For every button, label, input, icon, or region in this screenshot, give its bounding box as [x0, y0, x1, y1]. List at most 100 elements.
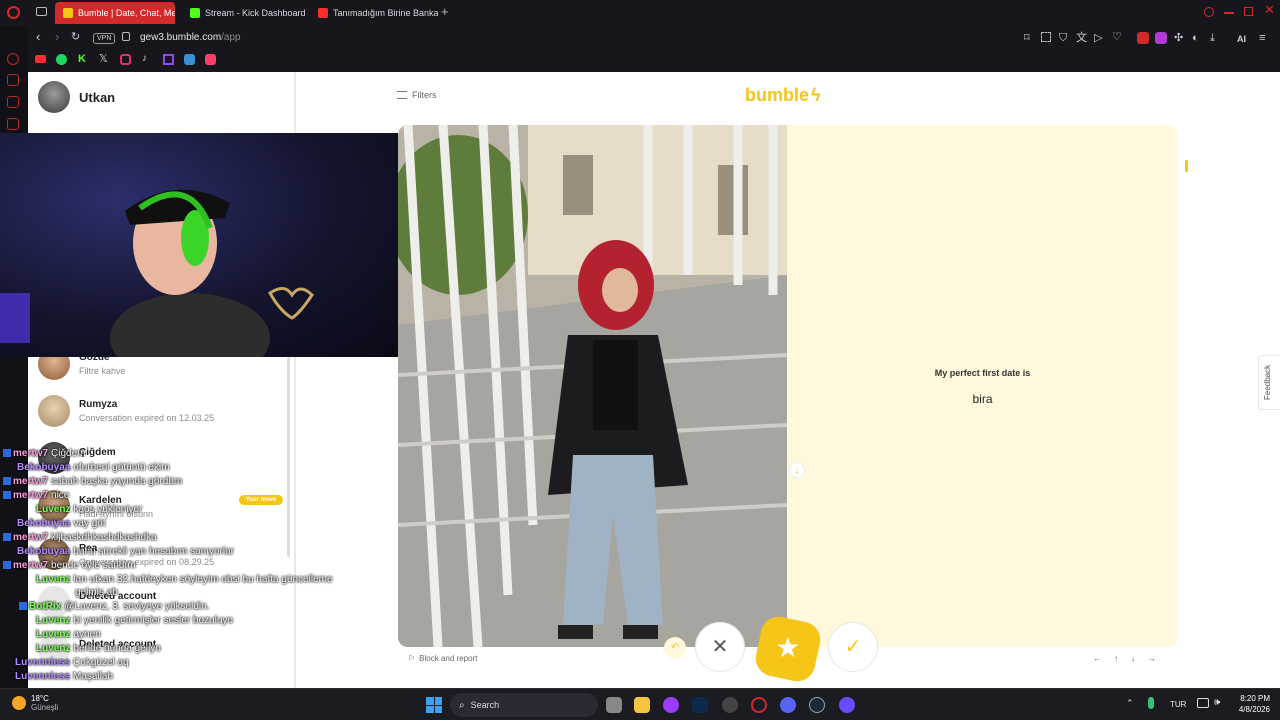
chat-message: mertw7 sabah başka yayında gördüm [3, 476, 182, 488]
chat-text: bende öyle sandım [51, 560, 136, 571]
chat-username: mertw7 [13, 476, 49, 487]
workspaces-icon[interactable] [36, 7, 47, 16]
photo-illustration [398, 125, 787, 647]
spotify-icon[interactable] [56, 54, 67, 65]
app-icon[interactable] [184, 54, 195, 65]
undo-button[interactable]: ↶ [664, 637, 686, 659]
badge-icon [3, 561, 11, 570]
url-host: gew3.bumble.com [140, 32, 222, 43]
filters-button[interactable]: Filters [397, 90, 437, 100]
x-icon[interactable]: 𝕏 [99, 53, 108, 65]
conversation-preview: Conversation expired on 12.03.25 [79, 413, 215, 423]
chat-app-icon[interactable] [839, 697, 855, 713]
steam-icon[interactable] [809, 697, 825, 713]
tab-kick-dashboard[interactable]: Stream - Kick Dashboard [182, 2, 310, 24]
feedback-tab[interactable]: Feedback [1258, 355, 1280, 410]
tray-chevron-icon[interactable]: ⌃ [1126, 698, 1134, 709]
chat-username: Bekobuyaa [17, 546, 71, 557]
network-icon[interactable] [1197, 698, 1209, 708]
microphone-icon[interactable] [1148, 697, 1154, 709]
bookmark-icon[interactable]: ⌑ [1024, 32, 1030, 44]
play-icon[interactable]: ▷ [1094, 32, 1102, 44]
app-purple-icon[interactable] [663, 697, 679, 713]
conversation-preview: Filtre kahve [79, 366, 126, 376]
player-icon[interactable] [7, 74, 19, 86]
language-indicator[interactable]: TUR [1170, 700, 1186, 709]
close-window-icon[interactable]: ✕ [1264, 3, 1275, 16]
search-box[interactable]: ⌕ Search [450, 693, 598, 717]
task-view-icon[interactable] [606, 697, 622, 713]
translate-icon[interactable]: 文 [1076, 32, 1087, 44]
scroll-indicator[interactable] [1185, 160, 1188, 172]
check-icon: ✓ [844, 636, 862, 658]
minimize-icon[interactable] [1224, 12, 1234, 14]
start-button[interactable] [426, 697, 442, 713]
maximize-icon[interactable] [1244, 7, 1253, 16]
stream-chat-overlay: mertw7 Çiğdem Bekobuyaa ofurbeni götüntü e… [3, 448, 383, 684]
kick-icon[interactable]: K [78, 53, 86, 65]
avatar[interactable] [38, 395, 70, 427]
list-item[interactable]: Rumyza Conversation expired on 12.03.25 [79, 399, 279, 423]
vpn-badge[interactable]: VPN [93, 33, 116, 44]
bumble-tab-icon [63, 8, 73, 18]
search-tabs-icon[interactable] [1204, 7, 1214, 17]
back-icon[interactable]: ‹ [36, 30, 40, 43]
filters-label: Filters [412, 90, 437, 100]
adblock-icon[interactable] [1137, 32, 1149, 44]
url-path: /app [221, 32, 241, 43]
weather-widget[interactable]: 18°C Güneşli [12, 694, 58, 712]
pass-button[interactable]: ✕ [695, 622, 745, 672]
aria-ai-button[interactable]: AI [1237, 33, 1246, 45]
tiktok-icon[interactable]: ♪ [142, 53, 147, 65]
user-avatar[interactable] [38, 81, 70, 113]
block-report-button[interactable]: ⚐ Block and report [408, 654, 477, 663]
new-tab-button[interactable]: + [441, 5, 449, 18]
chat-text: bende bunda geliyo [73, 643, 161, 654]
forward-icon[interactable]: › [55, 30, 59, 43]
aria-icon[interactable] [7, 53, 19, 65]
profile-photo[interactable] [398, 125, 787, 647]
heart-icon[interactable]: ♡ [1112, 31, 1122, 43]
messenger-icon[interactable] [7, 96, 19, 108]
shield-icon[interactable]: ⛉ [1059, 32, 1067, 44]
volume-icon[interactable]: 🕪 [1214, 697, 1220, 708]
chat-message: Luvenniess Maşallah [15, 671, 113, 683]
instagram-icon[interactable] [120, 54, 131, 65]
photoshop-icon[interactable] [692, 697, 708, 713]
reload-icon[interactable]: ↻ [71, 31, 80, 43]
bookmarks-bar: K 𝕏 ♪ [0, 50, 1280, 72]
stream-icon[interactable] [205, 54, 216, 65]
webcam-overlay [0, 133, 398, 357]
chat-username: Luvenz [36, 643, 71, 654]
profile-card[interactable]: My perfect first date is bira [398, 125, 1178, 647]
chat-message: Luvenniess Çokgüzel aq [15, 657, 129, 669]
file-explorer-icon[interactable] [634, 697, 650, 713]
tab-bar: Bumble | Date, Chat, Meet Stream - Kick … [0, 0, 1280, 26]
chat-text: sabah başka yayında gördüm [51, 476, 183, 487]
account-icon[interactable]: ◐ [1192, 32, 1199, 44]
obs-icon[interactable] [722, 697, 738, 713]
search-label: Search [470, 700, 500, 710]
extension-icon[interactable] [1155, 32, 1167, 44]
snapshot-icon[interactable] [1041, 32, 1051, 42]
twitch-icon[interactable] [163, 54, 174, 65]
tab-bumble[interactable]: Bumble | Date, Chat, Meet [55, 2, 175, 24]
clock[interactable]: 8:20 PM 4/8/2026 [1230, 694, 1270, 714]
chat-username: mertw7 [13, 448, 49, 459]
opera-logo-icon[interactable] [7, 6, 20, 19]
download-icon[interactable]: ⤓ [1210, 32, 1215, 44]
discord-icon[interactable] [780, 697, 796, 713]
url-field[interactable]: gew3.bumble.com/app [140, 32, 241, 44]
scroll-down-button[interactable]: ↓ [789, 462, 805, 478]
puzzle-icon[interactable]: ✣ [1174, 32, 1183, 44]
chat-text: kaos yükleniyor [73, 504, 143, 515]
youtube-icon[interactable] [35, 55, 46, 63]
like-button[interactable]: ✓ [828, 622, 878, 672]
user-name[interactable]: Utkan [79, 90, 115, 105]
clock-date: 4/8/2026 [1238, 705, 1270, 714]
mail-icon[interactable] [7, 118, 19, 130]
opera-icon[interactable] [751, 697, 767, 713]
sun-icon [12, 696, 26, 710]
tab-youtube[interactable]: Tanımadığım Birine Banka [310, 2, 438, 24]
menu-icon[interactable]: ≡ [1259, 32, 1265, 44]
